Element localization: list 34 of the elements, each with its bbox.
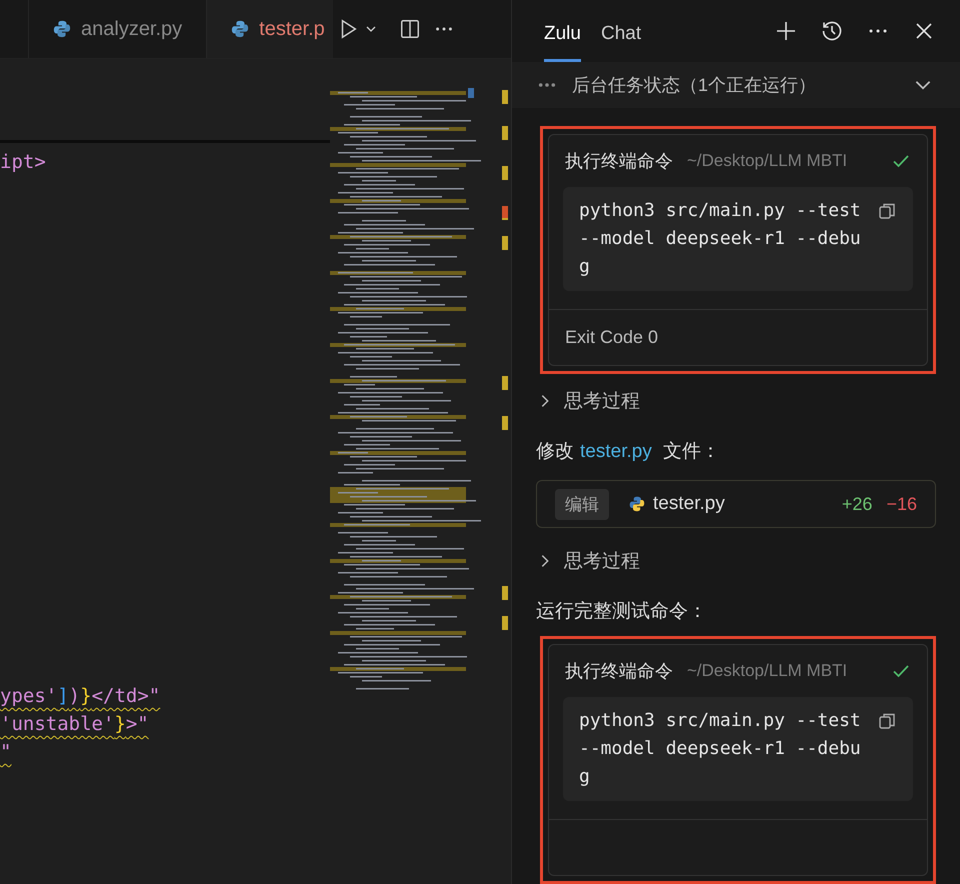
message-text: 修改 tester.py 文件：: [536, 440, 720, 464]
editor-tab[interactable]: tester.p: [207, 0, 333, 58]
command-text: python3 src/main.py --test --model deepseek-r1 --debug: [579, 199, 861, 279]
thinking-toggle[interactable]: 思考过程: [536, 376, 936, 426]
python-icon: [231, 20, 250, 38]
panel-tab[interactable]: Chat: [600, 0, 642, 62]
code-line: 'unstable'}>": [0, 712, 149, 737]
task-status-label: 后台任务状态（1个正在运行）: [572, 74, 818, 97]
message-text: 运行完整测试命令：: [536, 600, 707, 624]
file-edit-card[interactable]: 编辑 tester.py +26 −16: [536, 480, 936, 528]
removed-count: −16: [886, 494, 917, 514]
file-link[interactable]: tester.py: [580, 441, 652, 462]
python-icon: [53, 20, 71, 38]
split-editor-icon[interactable]: [398, 18, 421, 40]
command-path: ~/Desktop/LLM MBTI: [687, 661, 848, 681]
python-icon: [629, 496, 645, 512]
command-title: 执行终端命令: [565, 150, 673, 173]
command-title: 执行终端命令: [565, 660, 673, 683]
added-count: +26: [842, 494, 872, 514]
code-line: ypes'])}</td>": [0, 684, 160, 709]
copy-icon[interactable]: [877, 201, 897, 221]
code-line: ipt>: [0, 150, 46, 175]
file-name: tester.py: [653, 493, 725, 515]
code-line: ": [0, 740, 12, 765]
command-text: python3 src/main.py --test --model deepseek-r1 --debug: [579, 709, 861, 789]
copy-icon[interactable]: [877, 711, 897, 731]
exit-code: Exit Code 0: [565, 327, 658, 348]
edit-badge: 编辑: [555, 488, 609, 520]
dots-icon: [538, 82, 556, 88]
history-icon[interactable]: [820, 19, 844, 43]
add-icon[interactable]: [774, 19, 798, 43]
thinking-toggle[interactable]: 思考过程: [536, 536, 936, 586]
command-path: ~/Desktop/LLM MBTI: [687, 151, 848, 171]
task-status-bar[interactable]: 后台任务状态（1个正在运行）: [512, 62, 960, 108]
